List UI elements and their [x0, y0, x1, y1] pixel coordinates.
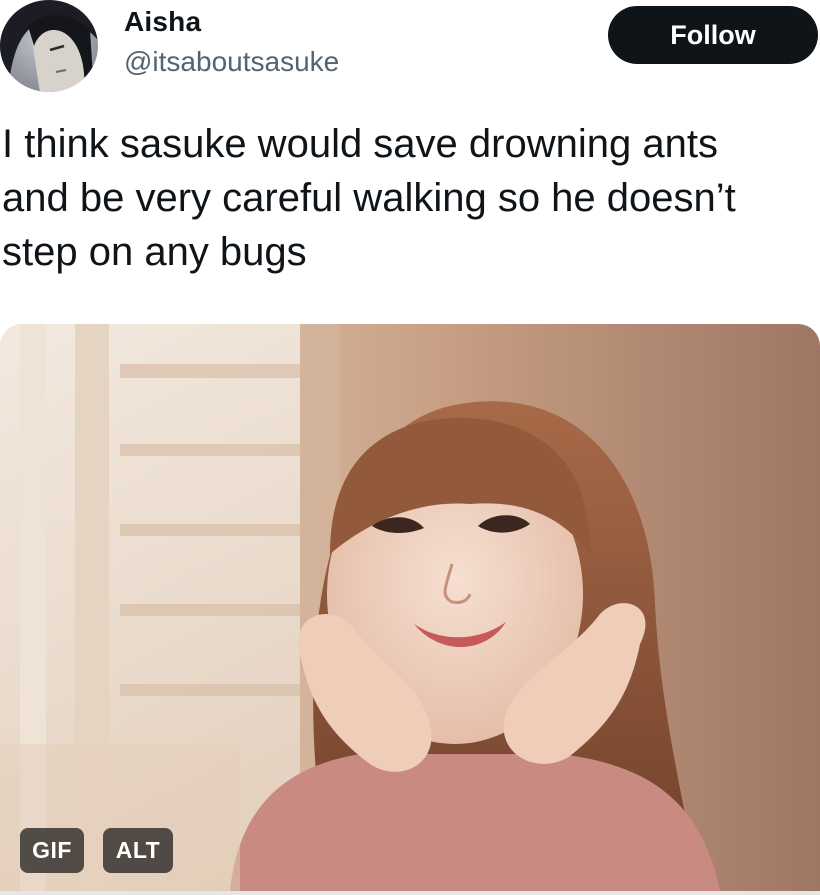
- gif-badge: GIF: [20, 828, 84, 873]
- user-handle[interactable]: @itsaboutsasuke: [124, 46, 339, 78]
- alt-text-button[interactable]: ALT: [103, 828, 173, 873]
- display-name[interactable]: Aisha: [124, 6, 201, 38]
- follow-button[interactable]: Follow: [608, 6, 818, 64]
- avatar-image: [0, 0, 98, 92]
- tweet-card: Aisha @itsaboutsasuke Follow I think sas…: [0, 0, 820, 895]
- media-gif[interactable]: GIF ALT: [0, 324, 820, 891]
- divider: [0, 891, 820, 895]
- gif-frame-image: [0, 324, 820, 891]
- tweet-text: I think sasuke would save drowning ants …: [2, 122, 736, 274]
- avatar[interactable]: [0, 0, 98, 92]
